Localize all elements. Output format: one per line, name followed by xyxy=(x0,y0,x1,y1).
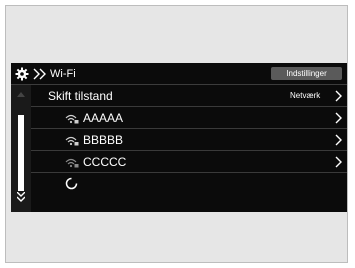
change-mode-label: Skift tilstand xyxy=(48,89,113,103)
wifi-lock-icon xyxy=(65,114,79,124)
scroll-down-icon[interactable] xyxy=(17,192,25,202)
chevron-right-icon xyxy=(335,134,342,146)
mode-value: Netværk xyxy=(290,91,321,100)
network-row[interactable]: AAAAA xyxy=(31,107,347,129)
network-name: CCCCC xyxy=(83,155,127,169)
scrollbar-thumb[interactable] xyxy=(18,115,24,191)
change-mode-row[interactable]: Skift tilstand Netværk xyxy=(31,85,347,107)
gear-icon[interactable] xyxy=(15,67,29,81)
loading-row xyxy=(31,173,347,195)
chevron-right-icon xyxy=(335,156,342,168)
header-bar: Wi-Fi Indstillinger xyxy=(11,63,347,85)
network-name: AAAAA xyxy=(83,111,124,125)
scrollbar[interactable] xyxy=(11,85,31,212)
wifi-lock-icon xyxy=(65,158,79,168)
loading-spinner-icon xyxy=(65,177,78,190)
wifi-lock-icon xyxy=(65,136,79,146)
double-chevron-right-icon xyxy=(33,68,46,80)
chevron-right-icon xyxy=(335,90,342,102)
scroll-up-icon[interactable] xyxy=(17,91,25,97)
chevron-right-icon xyxy=(335,112,342,124)
network-row[interactable]: BBBBB xyxy=(31,129,347,151)
network-row[interactable]: CCCCC xyxy=(31,151,347,173)
network-name: BBBBB xyxy=(83,133,124,147)
wifi-screen: Wi-Fi Indstillinger Skift tilstand Netvæ… xyxy=(11,63,347,212)
settings-button[interactable]: Indstillinger xyxy=(271,67,342,80)
page-title: Wi-Fi xyxy=(50,68,76,80)
